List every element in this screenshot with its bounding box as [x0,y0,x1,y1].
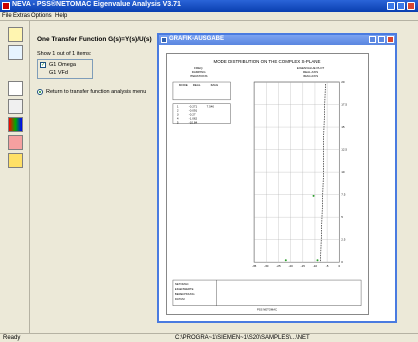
table-cell: -10.84 [189,121,198,125]
maximize-button[interactable] [378,36,385,43]
eigenvalue-point [284,259,287,262]
menu-options[interactable]: Options [31,13,52,19]
minimize-button[interactable] [387,2,395,10]
list-item[interactable]: G1 Omega [49,62,76,68]
header-left: FREQ. DAMPING ITERATIONS [190,66,208,78]
x-tick-label: -10 [313,264,318,268]
status-text: Ready [3,335,21,341]
y-tick-label: 0 [341,260,343,264]
item-checkbox[interactable]: ✓ [40,62,46,68]
status-bar: Ready C:\PROGRA~1\SIEMEN~1\S20\SAMPLES\.… [0,333,418,342]
x-tick-label: 0 [338,264,340,268]
close-button[interactable] [407,2,415,10]
plot-sheet: MODE DISTRIBUTION ON THE COMPLEX S-PLANE… [166,53,369,315]
close-button[interactable] [387,36,394,43]
minimize-button[interactable] [369,36,376,43]
y-tick-label: 7.5 [341,193,345,197]
footer-text: NETOMAC [175,282,189,286]
plot-grid [253,81,340,263]
eigenvalue-point [312,194,315,197]
graphic-window-title-bar: GRAFIK-AUSGABE [159,35,395,45]
color-palette-icon[interactable] [8,117,23,132]
graphic-window-icon [161,37,167,43]
status-path: C:\PROGRA~1\SIEMEN~1\S20\SAMPLES\...\NET [175,335,310,341]
table-cell: 7.540 [207,105,215,109]
y-tick-label: 15 [341,125,345,129]
header-label: IMAG AXIS [303,74,318,78]
menu-extras[interactable]: Extras [13,13,30,19]
show-count-text: Show 1 out of 1 items: [37,51,92,57]
mode-table: MODE REAL IMAG 1 -0.271 7.540 2 -0.091 3… [172,81,231,125]
app-icon [2,2,10,10]
menu-help[interactable]: Help [55,13,67,19]
y-tick-label: 2.5 [341,238,345,242]
panel-title: One Transfer Function G(s)=Y(s)/U(s) [37,36,152,43]
menu-file[interactable]: File [2,13,12,19]
y-tick-label: 10 [341,170,345,174]
y-tick-label: 17.5 [341,103,347,107]
view-icon[interactable] [8,99,23,114]
footer-note: PSS NETOMAC [257,308,277,312]
table-cell: 5 [177,121,179,125]
return-radio[interactable] [37,89,43,95]
menu-bar: File Extras Options Help [0,12,418,21]
plot-area: 20 17.5 15 12.5 10 7.5 5 2.5 0 -35 -30 -25 -20 -15 -1… [252,80,347,268]
print-icon[interactable] [8,81,23,96]
table-header: REAL [193,83,201,87]
maximize-button[interactable] [397,2,405,10]
eigenvalue-point [316,259,319,262]
footer-text: EIGENWERTE [175,287,194,291]
x-tick-label: -25 [276,264,281,268]
x-tick-label: -35 [252,264,257,268]
help-icon[interactable] [8,153,23,168]
y-tick-label: 12.5 [341,148,347,152]
transfer-function-list: ✓ G1 Omega G1 VFd [37,59,93,79]
table-header: MODE [179,83,188,87]
y-tick-labels: 20 17.5 15 12.5 10 7.5 5 2.5 0 [341,80,347,264]
toolbar [0,21,30,333]
list-item[interactable]: G1 VFd [49,70,68,76]
footer-text: DATUM [175,297,185,301]
x-tick-label: -20 [288,264,293,268]
open-folder-icon[interactable] [8,27,23,42]
graphic-output-window: GRAFIK-AUSGABE MODE DISTRIBUTION ON THE … [157,33,397,323]
y-tick-label: 5 [341,215,343,219]
title-bar: NEVA - PSS®NETOMAC Eigenvalue Analysis V… [0,0,418,12]
x-tick-label: -15 [301,264,306,268]
plot-title: MODE DISTRIBUTION ON THE COMPLEX S-PLANE [214,59,321,64]
footer-box: NETOMAC EIGENWERTE BERECHNUNG DATUM PSS … [172,279,362,312]
export-icon[interactable] [8,45,23,60]
x-tick-labels: -35 -30 -25 -20 -15 -10 -5 0 [252,264,340,268]
damping-line [320,83,326,263]
footer-text: BERECHNUNG [175,292,195,296]
return-menu-label[interactable]: Return to transfer function analysis men… [46,89,146,95]
y-tick-label: 20 [341,80,345,84]
header-right: EIGENVALUE PLOT REAL AXIS IMAG AXIS [297,66,325,78]
x-tick-label: -30 [264,264,269,268]
header-label: ITERATIONS [190,74,208,78]
chart-icon[interactable] [8,135,23,150]
window-title: NEVA - PSS®NETOMAC Eigenvalue Analysis V… [12,1,181,8]
x-tick-label: -5 [326,264,329,268]
table-header: IMAG [211,83,219,87]
graphic-window-title: GRAFIK-AUSGABE [169,36,224,42]
transfer-function-panel: One Transfer Function G(s)=Y(s)/U(s) Sho… [30,21,155,333]
